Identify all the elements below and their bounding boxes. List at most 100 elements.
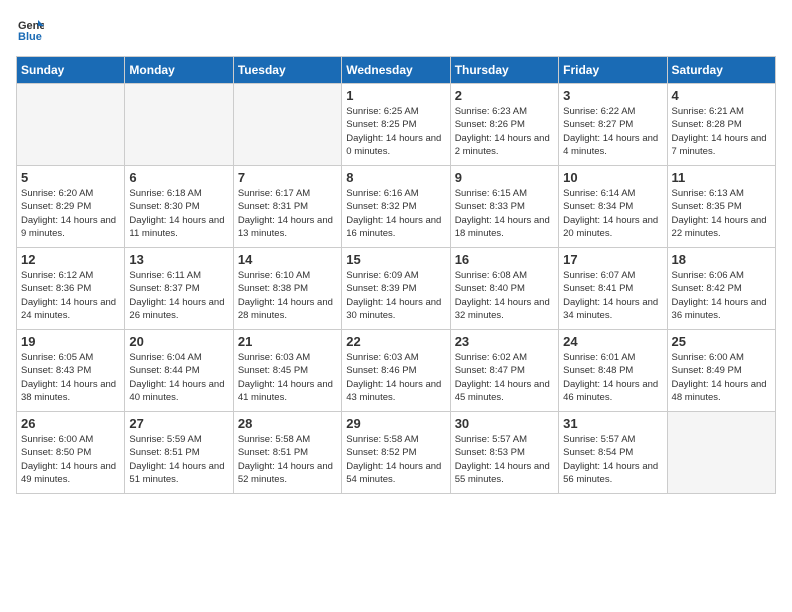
calendar-cell: 4Sunrise: 6:21 AMSunset: 8:28 PMDaylight… [667,84,775,166]
cell-info: Sunrise: 6:02 AMSunset: 8:47 PMDaylight:… [455,351,554,404]
header-monday: Monday [125,57,233,84]
cell-info: Sunrise: 5:57 AMSunset: 8:53 PMDaylight:… [455,433,554,486]
calendar-cell: 20 Sunrise: 6:04 AMSunset: 8:44 PMDayligh… [125,330,233,412]
calendar-cell [667,412,775,494]
day-number: 7 [238,170,337,185]
cell-info: Sunrise: 6:04 AMSunset: 8:44 PMDaylight:… [129,351,228,404]
cell-info: Sunrise: 5:58 AMSunset: 8:52 PMDaylight:… [346,433,445,486]
calendar-cell: 25 Sunrise: 6:00 AMSunset: 8:49 PMDayligh… [667,330,775,412]
cell-info: Sunrise: 6:03 AMSunset: 8:45 PMDaylight:… [238,351,337,404]
calendar-cell: 17 Sunrise: 6:07 AMSunset: 8:41 PMDayligh… [559,248,667,330]
cell-info: Sunrise: 6:10 AMSunset: 8:38 PMDaylight:… [238,269,337,322]
calendar-header-row: SundayMondayTuesdayWednesdayThursdayFrid… [17,57,776,84]
calendar-cell: 31Sunrise: 5:57 AMSunset: 8:54 PMDayligh… [559,412,667,494]
day-number: 15 [346,252,445,267]
calendar-cell [125,84,233,166]
calendar-cell: 12Sunrise: 6:12 AMSunset: 8:36 PMDayligh… [17,248,125,330]
calendar-cell: 18 Sunrise: 6:06 AMSunset: 8:42 PMDayligh… [667,248,775,330]
page-header: General Blue [16,16,776,44]
day-number: 28 [238,416,337,431]
cell-info: Sunrise: 6:12 AMSunset: 8:36 PMDaylight:… [21,269,120,322]
day-number: 26 [21,416,120,431]
day-number: 10 [563,170,662,185]
calendar-cell: 16 Sunrise: 6:08 AMSunset: 8:40 PMDayligh… [450,248,558,330]
calendar-cell: 5Sunrise: 6:20 AMSunset: 8:29 PMDaylight… [17,166,125,248]
calendar-cell: 1 Sunrise: 6:25 AMSunset: 8:25 PMDaylight… [342,84,450,166]
day-number: 5 [21,170,120,185]
cell-info: Sunrise: 6:17 AMSunset: 8:31 PMDaylight:… [238,187,337,240]
cell-info: Sunrise: 6:00 AMSunset: 8:50 PMDaylight:… [21,433,120,486]
day-number: 16 [455,252,554,267]
cell-info: Sunrise: 6:25 AMSunset: 8:25 PMDaylight:… [346,105,445,158]
day-number: 24 [563,334,662,349]
cell-info: Sunrise: 6:00 AMSunset: 8:49 PMDaylight:… [672,351,771,404]
calendar-cell: 15 Sunrise: 6:09 AMSunset: 8:39 PMDayligh… [342,248,450,330]
day-number: 18 [672,252,771,267]
day-number: 1 [346,88,445,103]
day-number: 17 [563,252,662,267]
day-number: 9 [455,170,554,185]
cell-info: Sunrise: 6:14 AMSunset: 8:34 PMDaylight:… [563,187,662,240]
cell-info: Sunrise: 5:58 AMSunset: 8:51 PMDaylight:… [238,433,337,486]
calendar-cell: 24 Sunrise: 6:01 AMSunset: 8:48 PMDayligh… [559,330,667,412]
calendar-cell: 13Sunrise: 6:11 AMSunset: 8:37 PMDayligh… [125,248,233,330]
cell-info: Sunrise: 6:06 AMSunset: 8:42 PMDaylight:… [672,269,771,322]
week-row-1: 5Sunrise: 6:20 AMSunset: 8:29 PMDaylight… [17,166,776,248]
calendar-cell: 7 Sunrise: 6:17 AMSunset: 8:31 PMDaylight… [233,166,341,248]
cell-info: Sunrise: 6:07 AMSunset: 8:41 PMDaylight:… [563,269,662,322]
day-number: 23 [455,334,554,349]
day-number: 2 [455,88,554,103]
calendar-table: SundayMondayTuesdayWednesdayThursdayFrid… [16,56,776,494]
calendar-cell: 23 Sunrise: 6:02 AMSunset: 8:47 PMDayligh… [450,330,558,412]
day-number: 6 [129,170,228,185]
week-row-3: 19Sunrise: 6:05 AMSunset: 8:43 PMDayligh… [17,330,776,412]
cell-info: Sunrise: 6:23 AMSunset: 8:26 PMDaylight:… [455,105,554,158]
logo-icon: General Blue [16,16,44,44]
cell-info: Sunrise: 6:03 AMSunset: 8:46 PMDaylight:… [346,351,445,404]
week-row-2: 12Sunrise: 6:12 AMSunset: 8:36 PMDayligh… [17,248,776,330]
header-saturday: Saturday [667,57,775,84]
week-row-0: 1 Sunrise: 6:25 AMSunset: 8:25 PMDaylight… [17,84,776,166]
calendar-cell: 3 Sunrise: 6:22 AMSunset: 8:27 PMDaylight… [559,84,667,166]
day-number: 30 [455,416,554,431]
header-tuesday: Tuesday [233,57,341,84]
day-number: 22 [346,334,445,349]
calendar-cell: 9Sunrise: 6:15 AMSunset: 8:33 PMDaylight… [450,166,558,248]
calendar-cell: 10 Sunrise: 6:14 AMSunset: 8:34 PMDayligh… [559,166,667,248]
calendar-cell: 29 Sunrise: 5:58 AMSunset: 8:52 PMDayligh… [342,412,450,494]
calendar-cell [17,84,125,166]
day-number: 13 [129,252,228,267]
cell-info: Sunrise: 6:13 AMSunset: 8:35 PMDaylight:… [672,187,771,240]
day-number: 29 [346,416,445,431]
day-number: 4 [672,88,771,103]
cell-info: Sunrise: 6:01 AMSunset: 8:48 PMDaylight:… [563,351,662,404]
calendar-cell: 27Sunrise: 5:59 AMSunset: 8:51 PMDayligh… [125,412,233,494]
day-number: 3 [563,88,662,103]
calendar-cell: 6 Sunrise: 6:18 AMSunset: 8:30 PMDaylight… [125,166,233,248]
calendar-cell: 8Sunrise: 6:16 AMSunset: 8:32 PMDaylight… [342,166,450,248]
cell-info: Sunrise: 6:16 AMSunset: 8:32 PMDaylight:… [346,187,445,240]
header-wednesday: Wednesday [342,57,450,84]
day-number: 14 [238,252,337,267]
cell-info: Sunrise: 6:09 AMSunset: 8:39 PMDaylight:… [346,269,445,322]
calendar-cell: 21 Sunrise: 6:03 AMSunset: 8:45 PMDayligh… [233,330,341,412]
header-thursday: Thursday [450,57,558,84]
svg-text:Blue: Blue [18,31,42,43]
calendar-cell: 2 Sunrise: 6:23 AMSunset: 8:26 PMDaylight… [450,84,558,166]
cell-info: Sunrise: 6:22 AMSunset: 8:27 PMDaylight:… [563,105,662,158]
calendar-cell: 14 Sunrise: 6:10 AMSunset: 8:38 PMDayligh… [233,248,341,330]
week-row-4: 26 Sunrise: 6:00 AMSunset: 8:50 PMDayligh… [17,412,776,494]
cell-info: Sunrise: 6:18 AMSunset: 8:30 PMDaylight:… [129,187,228,240]
day-number: 25 [672,334,771,349]
header-friday: Friday [559,57,667,84]
day-number: 20 [129,334,228,349]
cell-info: Sunrise: 6:08 AMSunset: 8:40 PMDaylight:… [455,269,554,322]
cell-info: Sunrise: 5:59 AMSunset: 8:51 PMDaylight:… [129,433,228,486]
cell-info: Sunrise: 5:57 AMSunset: 8:54 PMDaylight:… [563,433,662,486]
calendar-cell [233,84,341,166]
day-number: 21 [238,334,337,349]
day-number: 11 [672,170,771,185]
calendar-cell: 11 Sunrise: 6:13 AMSunset: 8:35 PMDayligh… [667,166,775,248]
calendar-cell: 30 Sunrise: 5:57 AMSunset: 8:53 PMDayligh… [450,412,558,494]
day-number: 19 [21,334,120,349]
